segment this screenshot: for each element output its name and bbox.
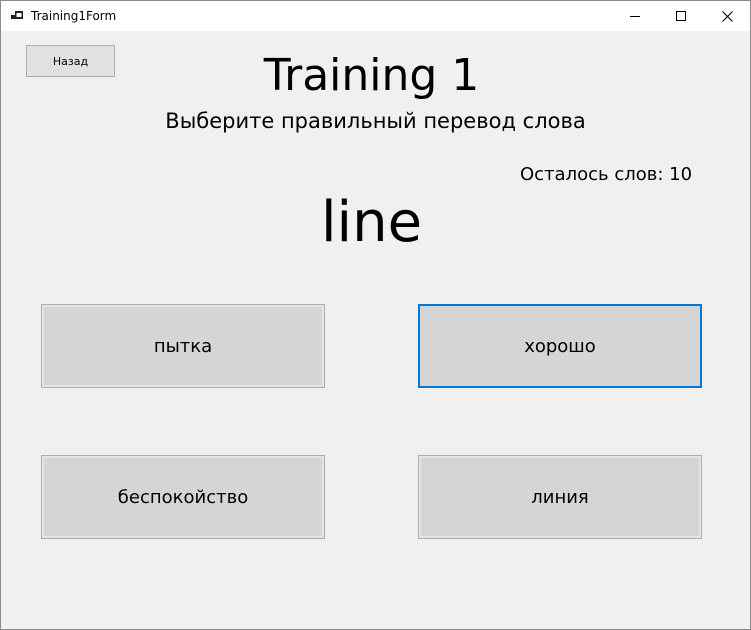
word-to-translate: line xyxy=(320,190,423,255)
training1-form-window: Training1Form Назад Training 1 Выберите … xyxy=(0,0,751,630)
title-bar[interactable]: Training1Form xyxy=(1,1,750,31)
page-title: Training 1 xyxy=(263,50,480,101)
answer-button-2[interactable]: хорошо xyxy=(418,304,702,388)
app-form-icon xyxy=(11,11,23,19)
minimize-button[interactable] xyxy=(612,1,658,31)
window-title: Training1Form xyxy=(31,9,117,23)
answer-button-3[interactable]: беспокойство xyxy=(41,455,325,539)
answer-button-1[interactable]: пытка xyxy=(41,304,325,388)
maximize-icon xyxy=(676,11,686,21)
minimize-icon xyxy=(630,16,640,17)
instruction-text: Выберите правильный перевод слова xyxy=(165,109,586,133)
maximize-button[interactable] xyxy=(658,1,704,31)
answer-button-4[interactable]: линия xyxy=(418,455,702,539)
remaining-words-counter: Осталось слов: 10 xyxy=(520,164,693,185)
close-button[interactable] xyxy=(704,1,750,31)
close-icon xyxy=(721,10,733,22)
